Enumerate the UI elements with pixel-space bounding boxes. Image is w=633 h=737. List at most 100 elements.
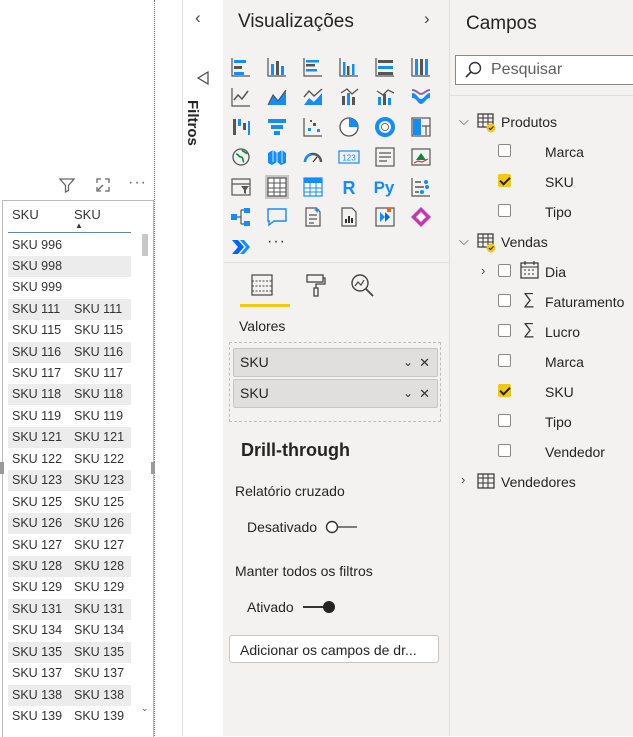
filter-icon[interactable]: [58, 176, 76, 198]
checkbox-dia[interactable]: [498, 264, 511, 277]
field-marca[interactable]: Marca: [545, 354, 584, 370]
slicer-icon[interactable]: [229, 175, 253, 199]
field-sku[interactable]: SKU: [545, 174, 574, 190]
gauge-icon[interactable]: [301, 145, 325, 169]
paginated-report-icon[interactable]: [337, 205, 361, 229]
clustered-column-chart-icon[interactable]: [337, 55, 361, 79]
field-sku[interactable]: SKU: [545, 384, 574, 400]
map-icon[interactable]: [229, 145, 253, 169]
calendar-icon: [520, 261, 540, 284]
line-and-clustered-column-icon[interactable]: [373, 85, 397, 109]
checkbox-faturamento[interactable]: [498, 294, 511, 307]
treemap-icon[interactable]: [409, 115, 433, 139]
table-name-produtos[interactable]: Produtos: [501, 114, 557, 130]
checkbox-tipo[interactable]: [498, 204, 511, 217]
chevron-right-icon[interactable]: ›: [481, 263, 485, 278]
field-marca[interactable]: Marca: [545, 144, 584, 160]
funnel-chart-icon[interactable]: [265, 115, 289, 139]
checkbox-marca[interactable]: [498, 354, 511, 367]
cell-sku-2: SKU 139: [74, 709, 125, 723]
checkbox-marca[interactable]: [498, 144, 511, 157]
field-dia[interactable]: Dia: [545, 264, 566, 280]
cell-sku-2: SKU 134: [74, 623, 125, 637]
resize-handle-right[interactable]: [151, 462, 155, 474]
matrix-icon[interactable]: [301, 175, 325, 199]
100-stacked-column-chart-icon[interactable]: [409, 55, 433, 79]
add-drill-fields-box[interactable]: Adicionar os campos de dr...: [229, 635, 439, 663]
line-and-stacked-column-icon[interactable]: [337, 85, 361, 109]
field-faturamento[interactable]: Faturamento: [545, 294, 624, 310]
filters-title[interactable]: Filtros: [184, 100, 218, 160]
qa-visual-icon[interactable]: [265, 205, 289, 229]
column-header-sku-1[interactable]: SKU: [12, 207, 39, 222]
table-icon[interactable]: [265, 175, 289, 199]
format-paint-roller-icon[interactable]: [302, 272, 328, 303]
scrollbar-thumb[interactable]: [142, 234, 148, 256]
cell-sku: SKU 137: [12, 666, 63, 680]
power-automate-icon[interactable]: [373, 205, 397, 229]
chevron-down-icon[interactable]: ⌵: [459, 113, 469, 129]
sigma-icon: ∑: [523, 291, 535, 308]
chevron-down-icon[interactable]: ⌄: [403, 349, 413, 376]
cell-sku-2: SKU 116: [74, 345, 124, 359]
scatter-chart-icon[interactable]: [301, 115, 325, 139]
chevron-down-icon[interactable]: ⌄: [403, 380, 413, 407]
stacked-bar-chart-icon[interactable]: [229, 55, 253, 79]
remove-field-icon[interactable]: ✕: [419, 380, 430, 407]
table-name-vendas[interactable]: Vendas: [501, 234, 548, 250]
keep-filters-toggle[interactable]: [302, 600, 336, 614]
r-script-visual-icon[interactable]: R: [337, 175, 361, 199]
field-tipo[interactable]: Tipo: [545, 204, 572, 220]
card-icon[interactable]: 123: [337, 145, 361, 169]
remove-field-icon[interactable]: ✕: [419, 349, 430, 376]
checkbox-tipo[interactable]: [498, 414, 511, 427]
chevron-right-icon[interactable]: ›: [461, 472, 465, 487]
checkbox-sku[interactable]: [498, 384, 511, 397]
filled-map-icon[interactable]: [265, 145, 289, 169]
field-tipo[interactable]: Tipo: [545, 414, 572, 430]
checkbox-lucro[interactable]: [498, 324, 511, 337]
power-automate-flow-icon[interactable]: [229, 235, 253, 259]
clustered-bar-chart-icon[interactable]: [301, 55, 325, 79]
ribbon-chart-icon[interactable]: [409, 85, 433, 109]
key-influencers-icon[interactable]: [409, 175, 433, 199]
power-apps-icon[interactable]: [409, 205, 433, 229]
line-chart-icon[interactable]: [229, 85, 253, 109]
field-vendedor[interactable]: Vendedor: [545, 444, 605, 460]
smart-narrative-icon[interactable]: [301, 205, 325, 229]
area-chart-icon[interactable]: [265, 85, 289, 109]
collapse-pane-icon[interactable]: ‹: [195, 8, 201, 28]
donut-chart-icon[interactable]: [373, 115, 397, 139]
expand-pane-icon[interactable]: ›: [424, 9, 430, 29]
table-row: SKU 998: [8, 256, 131, 277]
kpi-icon[interactable]: [409, 145, 433, 169]
table-icon: [477, 473, 497, 496]
chevron-down-icon[interactable]: ⌵: [459, 233, 469, 249]
column-header-sku-2[interactable]: SKU: [74, 207, 101, 222]
multi-row-card-icon[interactable]: [373, 145, 397, 169]
table-name-vendedores[interactable]: Vendedores: [501, 474, 576, 490]
field-pill-sku-1[interactable]: SKU ⌄ ✕: [233, 348, 438, 377]
stacked-column-chart-icon[interactable]: [265, 55, 289, 79]
pie-chart-icon[interactable]: [337, 115, 361, 139]
decomposition-tree-icon[interactable]: [229, 205, 253, 229]
waterfall-chart-icon[interactable]: [229, 115, 253, 139]
field-pill-sku-2[interactable]: SKU ⌄ ✕: [233, 379, 438, 408]
more-options-icon[interactable]: ···: [128, 174, 147, 192]
scroll-down-icon[interactable]: ⌄: [141, 703, 149, 714]
checkbox-sku[interactable]: [498, 174, 511, 187]
field-lucro[interactable]: Lucro: [545, 324, 580, 340]
focus-mode-icon[interactable]: [94, 176, 112, 198]
analytics-magnifier-icon[interactable]: [349, 272, 377, 305]
python-visual-icon[interactable]: Py: [369, 175, 399, 199]
more-visuals-icon[interactable]: ···: [267, 233, 286, 251]
table-scrollbar[interactable]: [140, 232, 150, 722]
100-stacked-bar-chart-icon[interactable]: [373, 55, 397, 79]
cell-sku-2: SKU 123: [74, 473, 125, 487]
cross-report-toggle[interactable]: [324, 520, 358, 534]
visual-header: ···: [58, 174, 148, 194]
stacked-area-chart-icon[interactable]: [301, 85, 325, 109]
checkbox-vendedor[interactable]: [498, 444, 511, 457]
resize-handle-left[interactable]: [0, 462, 4, 474]
fields-tab-icon[interactable]: [249, 272, 275, 303]
